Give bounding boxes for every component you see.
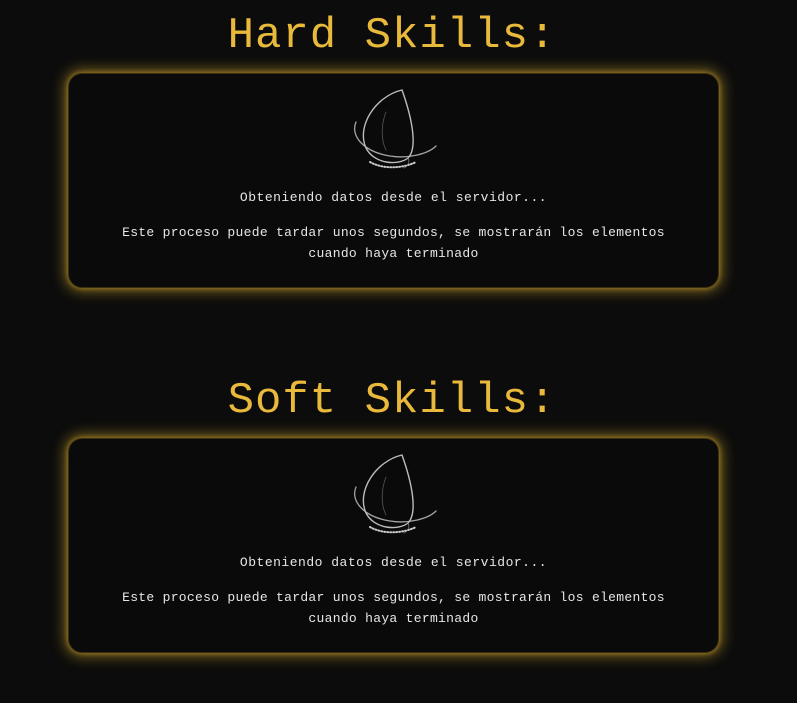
soft-skills-card: Obteniendo datos desde el servidor... Es…	[68, 438, 719, 653]
hard-skills-card: Obteniendo datos desde el servidor... Es…	[68, 73, 719, 288]
loading-message: Obteniendo datos desde el servidor...	[239, 555, 548, 570]
hard-skills-title: Hard Skills:	[227, 11, 557, 61]
loading-spinner-icon	[354, 454, 437, 534]
info-message: Este proceso puede tardar unos segundos,…	[122, 590, 665, 626]
loading-message: Obteniendo datos desde el servidor...	[239, 190, 548, 205]
loading-spinner-icon	[354, 89, 437, 169]
info-message: Este proceso puede tardar unos segundos,…	[122, 225, 665, 261]
soft-skills-title: Soft Skills:	[227, 376, 557, 426]
